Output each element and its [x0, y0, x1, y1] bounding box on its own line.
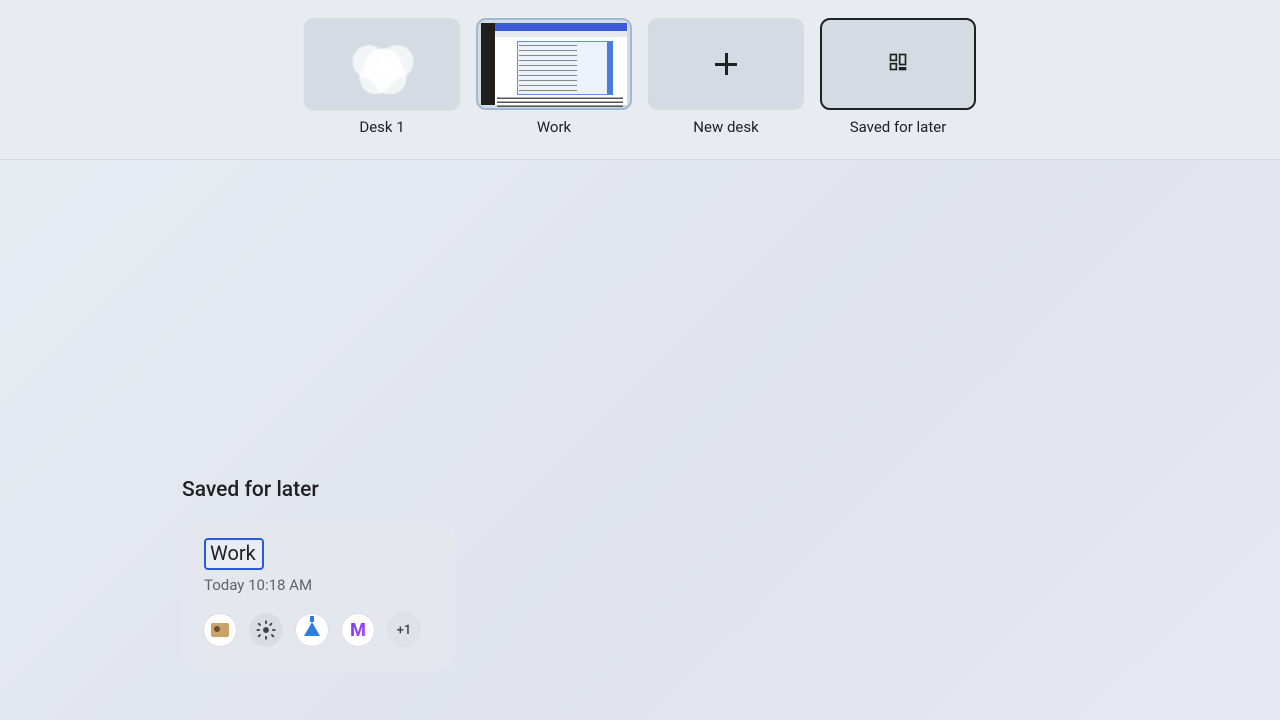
saved-desk-app-icons: M +1 — [204, 614, 434, 646]
saved-desk-card[interactable]: Work Today 10:18 AM — [182, 520, 456, 672]
library-icon — [888, 52, 908, 76]
plus-icon — [715, 53, 737, 75]
mail-app-icon: M — [342, 614, 374, 646]
saved-desk-title-input[interactable]: Work — [204, 538, 264, 570]
saved-for-later-label: Saved for later — [850, 118, 947, 136]
saved-for-later-thumbnail[interactable] — [820, 18, 976, 110]
overflow-count-badge[interactable]: +1 — [388, 614, 420, 646]
photo-app-icon — [204, 614, 236, 646]
desk-1-thumbnail[interactable] — [304, 18, 460, 110]
desk-1-label: Desk 1 — [359, 118, 404, 136]
new-desk-thumbnail[interactable] — [648, 18, 804, 110]
desk-work-label: Work — [537, 118, 571, 136]
desk-work[interactable]: Work — [474, 18, 634, 136]
new-desk-label: New desk — [693, 118, 758, 136]
saved-for-later-button[interactable]: Saved for later — [818, 18, 978, 136]
saved-desk-timestamp: Today 10:18 AM — [204, 576, 434, 594]
desk-1[interactable]: Desk 1 — [302, 18, 462, 136]
section-title: Saved for later — [182, 478, 319, 502]
desk-bar: Desk 1 Work New desk — [0, 0, 1280, 160]
desk-work-thumbnail[interactable] — [476, 18, 632, 110]
settings-app-icon — [250, 614, 282, 646]
new-desk-button[interactable]: New desk — [646, 18, 806, 136]
flask-app-icon — [296, 614, 328, 646]
